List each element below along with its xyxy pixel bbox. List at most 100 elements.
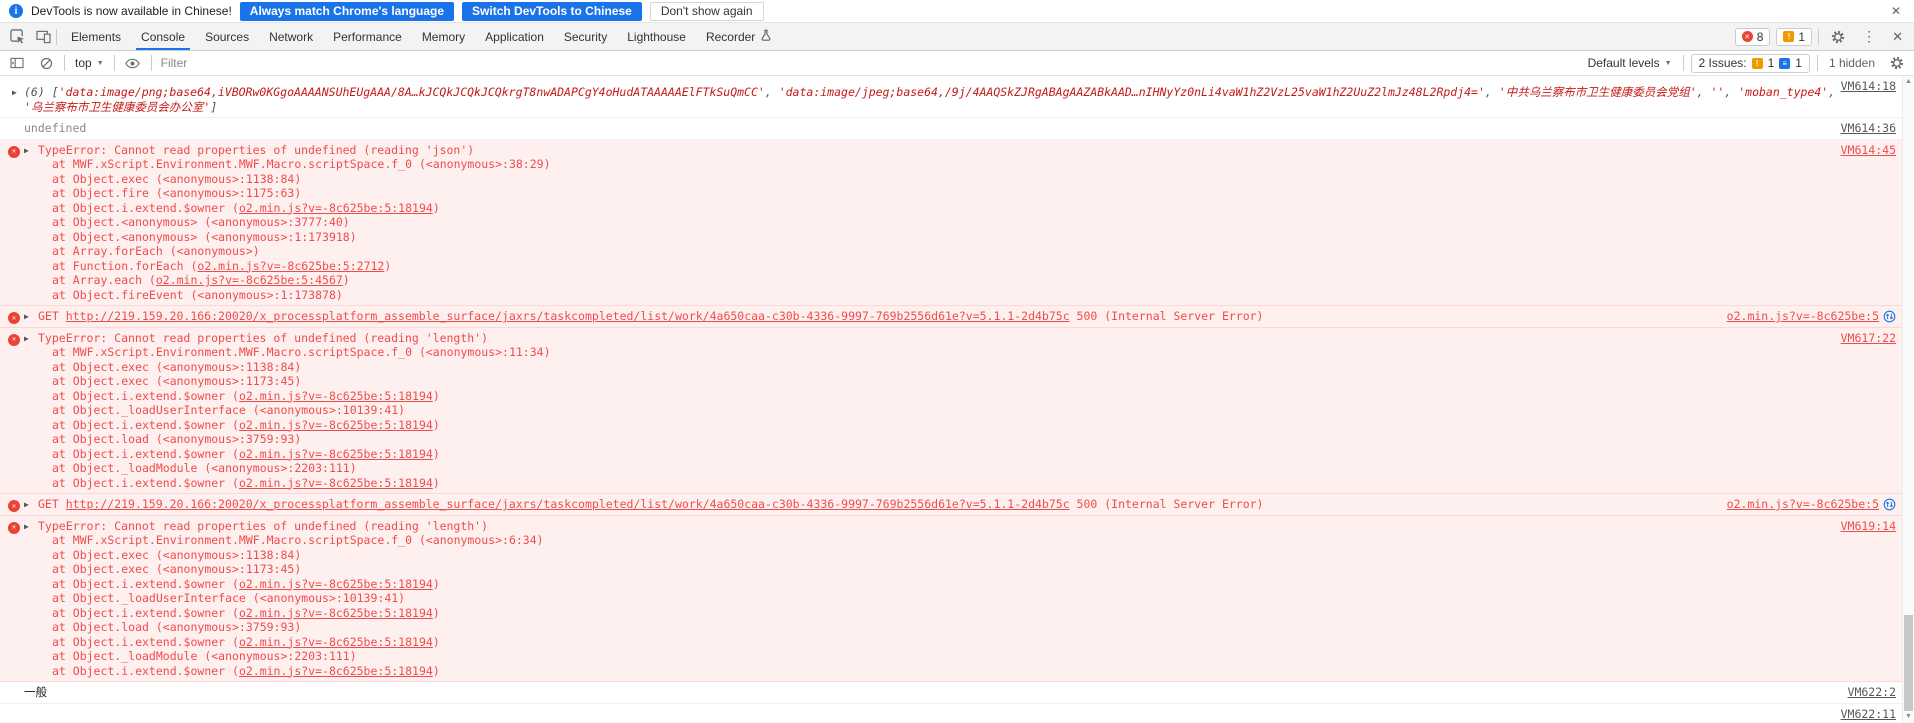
warning-count-badge[interactable]: ! 1: [1776, 27, 1813, 46]
overflow-menu-icon[interactable]: ⋮: [1857, 28, 1881, 45]
clear-console-icon[interactable]: [35, 53, 57, 73]
request-url-link[interactable]: http://219.159.20.166:20020/x_processpla…: [66, 497, 1070, 511]
console-text: 'data:image/png;base64,iVBORw0KGgoAAAANS…: [58, 85, 765, 99]
stack-source-link[interactable]: o2.min.js?v=-8c625be:5:2712: [197, 259, 384, 273]
stack-source-link[interactable]: o2.min.js?v=-8c625be:5:18194: [239, 389, 433, 403]
error-count: 8: [1756, 29, 1764, 44]
tab-sources[interactable]: Sources: [195, 23, 259, 50]
match-chrome-language-button[interactable]: Always match Chrome's language: [239, 1, 455, 21]
console-text: at Object.i.extend.$owner (: [52, 446, 239, 461]
stack-source-link[interactable]: o2.min.js?v=-8c625be:5:18194: [239, 476, 433, 490]
request-initiator-icon[interactable]: [1883, 498, 1896, 511]
log-levels-dropdown[interactable]: Default levels ▼: [1584, 56, 1676, 70]
tab-label: Sources: [205, 29, 250, 44]
console-text: undefined: [24, 121, 87, 135]
infobar-message: DevTools is now available in Chinese!: [31, 4, 232, 18]
tab-label: Application: [485, 29, 544, 44]
source-location-link[interactable]: o2.min.js?v=-8c625be:5: [1727, 309, 1879, 324]
error-circle-icon: ✕: [8, 500, 20, 512]
console-text: at Object.exec (<anonymous>:1173:45): [52, 374, 302, 388]
inspect-element-icon[interactable]: [4, 25, 30, 49]
expand-triangle-icon[interactable]: ▶: [24, 520, 29, 535]
console-text: '乌兰察布市卫生健康委员会办公室': [24, 99, 211, 114]
error-message-text: TypeError: Cannot read properties of und…: [38, 142, 475, 157]
console-sidebar-icon[interactable]: [6, 53, 28, 73]
scroll-down-icon[interactable]: ▼: [1903, 711, 1914, 723]
source-location: VM614:45: [1841, 143, 1896, 158]
switch-devtools-chinese-button[interactable]: Switch DevTools to Chinese: [462, 1, 642, 21]
expand-triangle-icon[interactable]: ▶: [24, 498, 29, 513]
device-toolbar-icon[interactable]: [30, 25, 56, 49]
stack-source-link[interactable]: o2.min.js?v=-8c625be:5:18194: [239, 606, 433, 620]
tab-elements[interactable]: Elements: [61, 23, 131, 50]
console-text: at Object.i.extend.$owner (: [52, 200, 239, 215]
scrollbar-thumb[interactable]: [1904, 615, 1913, 711]
console-message-text: GET http://219.159.20.166:20020/x_proces…: [38, 309, 1264, 323]
vertical-scrollbar[interactable]: ▲ ▼: [1902, 76, 1914, 723]
stack-source-link[interactable]: o2.min.js?v=-8c625be:5:4567: [156, 273, 343, 287]
expand-triangle-icon[interactable]: ▶: [24, 332, 29, 347]
infobar-close-icon[interactable]: ✕: [1887, 4, 1905, 18]
source-location-link[interactable]: o2.min.js?v=-8c625be:5: [1727, 497, 1879, 512]
chevron-down-icon: ▼: [1664, 59, 1672, 67]
stack-frame: at Object.exec (<anonymous>:1138:84): [52, 360, 1724, 375]
tab-console[interactable]: Console: [131, 23, 195, 50]
stack-frame: at Object.i.extend.$owner (o2.min.js?v=-…: [52, 201, 1724, 216]
expand-triangle-icon[interactable]: ▶: [12, 86, 17, 101]
tab-network[interactable]: Network: [259, 23, 323, 50]
devtools-close-icon[interactable]: ✕: [1887, 29, 1908, 45]
error-message-text: TypeError: Cannot read properties of und…: [38, 330, 489, 345]
execution-context-selector[interactable]: top ▼: [72, 56, 107, 70]
breaking-issue-icon: !: [1751, 57, 1763, 69]
source-location-link[interactable]: VM614:36: [1841, 121, 1896, 136]
tab-application[interactable]: Application: [475, 23, 554, 50]
tab-performance[interactable]: Performance: [323, 23, 412, 50]
source-location-link[interactable]: VM614:18: [1841, 79, 1896, 94]
tab-label: Memory: [421, 29, 466, 44]
source-location-link[interactable]: VM617:22: [1841, 331, 1896, 346]
scroll-up-icon[interactable]: ▲: [1903, 76, 1914, 88]
stack-source-link[interactable]: o2.min.js?v=-8c625be:5:18194: [239, 635, 433, 649]
console-message-text: TypeError: Cannot read properties of und…: [38, 331, 488, 345]
console-message-text: 一般: [24, 685, 47, 699]
issues-label: 2 Issues:: [1698, 56, 1747, 70]
settings-gear-icon[interactable]: [1825, 25, 1851, 49]
live-expression-eye-icon[interactable]: [122, 53, 144, 73]
source-location-link[interactable]: VM614:45: [1841, 143, 1896, 158]
request-initiator-icon[interactable]: [1883, 310, 1896, 323]
tab-recorder[interactable]: Recorder: [696, 23, 782, 50]
console-text: at Array.forEach (<anonymous>): [52, 244, 260, 258]
error-circle-icon: ✕: [8, 312, 20, 324]
error-count-badge[interactable]: ✕ 8: [1734, 27, 1771, 46]
issues-counter[interactable]: 2 Issues: ! 1 ≡ 1: [1690, 53, 1810, 73]
stack-source-link[interactable]: o2.min.js?v=-8c625be:5:18194: [239, 664, 433, 678]
expand-triangle-icon[interactable]: ▶: [24, 310, 29, 325]
source-location-link[interactable]: VM619:14: [1841, 519, 1896, 534]
tab-memory[interactable]: Memory: [412, 23, 475, 50]
console-text: at Object.fire (<anonymous>:1175:63): [52, 186, 302, 200]
chevron-down-icon: ▼: [96, 59, 104, 67]
stack-source-link[interactable]: o2.min.js?v=-8c625be:5:18194: [239, 577, 433, 591]
stack-source-link[interactable]: o2.min.js?v=-8c625be:5:18194: [239, 201, 433, 215]
stack-frame: at Array.each (o2.min.js?v=-8c625be:5:45…: [52, 273, 1724, 288]
stack-frame: at Object.i.extend.$owner (o2.min.js?v=-…: [52, 476, 1724, 491]
console-text: at Function.forEach (: [52, 258, 198, 273]
stack-source-link[interactable]: o2.min.js?v=-8c625be:5:18194: [239, 447, 433, 461]
levels-label: Default levels: [1587, 56, 1660, 70]
stack-source-link[interactable]: o2.min.js?v=-8c625be:5:18194: [239, 418, 433, 432]
experiment-flask-icon: [760, 29, 772, 45]
source-location-link[interactable]: VM622:2: [1848, 685, 1896, 700]
filter-input[interactable]: [158, 55, 1577, 71]
console-settings-gear-icon[interactable]: [1886, 53, 1908, 73]
source-location: o2.min.js?v=-8c625be:5: [1727, 309, 1896, 324]
tab-security[interactable]: Security: [554, 23, 617, 50]
request-url-link[interactable]: http://219.159.20.166:20020/x_processpla…: [66, 309, 1070, 323]
expand-triangle-icon[interactable]: ▶: [24, 144, 29, 159]
tab-label: Lighthouse: [627, 29, 686, 44]
source-location-link[interactable]: VM622:11: [1841, 707, 1896, 722]
tab-label: Network: [269, 29, 314, 44]
dont-show-again-button[interactable]: Don't show again: [649, 1, 764, 21]
console-error-row: ✕ ▶ TypeError: Cannot read properties of u…: [0, 139, 1914, 306]
tab-lighthouse[interactable]: Lighthouse: [617, 23, 696, 50]
console-message-text: (6) ['data:image/png;base64,iVBORw0KGgoA…: [24, 85, 1842, 114]
